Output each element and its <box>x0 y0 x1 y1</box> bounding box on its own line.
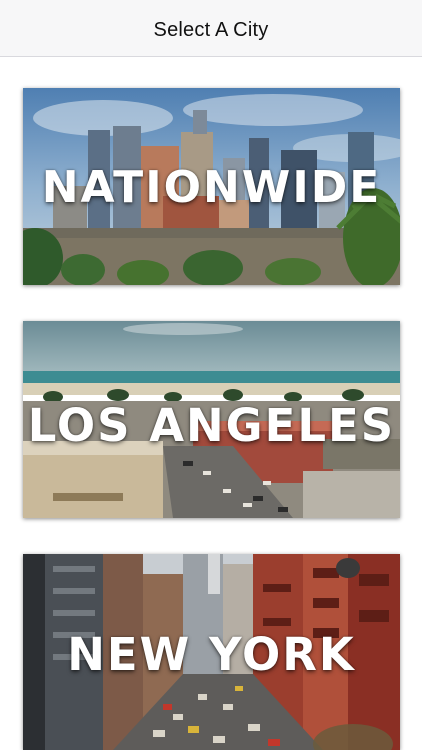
city-label-los-angeles: LOS ANGELES <box>27 399 396 452</box>
page-title: Select A City <box>153 18 269 41</box>
city-card-nationwide[interactable]: NATIONWIDE <box>23 88 400 285</box>
city-select-screen: Select A City NATIONWIDE LOS ANGELES NEW… <box>0 0 422 750</box>
city-card-los-angeles[interactable]: LOS ANGELES <box>23 321 400 518</box>
city-label-new-york: NEW YORK <box>67 628 356 681</box>
navigation-bar: Select A City <box>0 0 422 57</box>
city-card-new-york[interactable]: NEW YORK <box>23 554 400 750</box>
city-label-nationwide: NATIONWIDE <box>41 162 382 213</box>
